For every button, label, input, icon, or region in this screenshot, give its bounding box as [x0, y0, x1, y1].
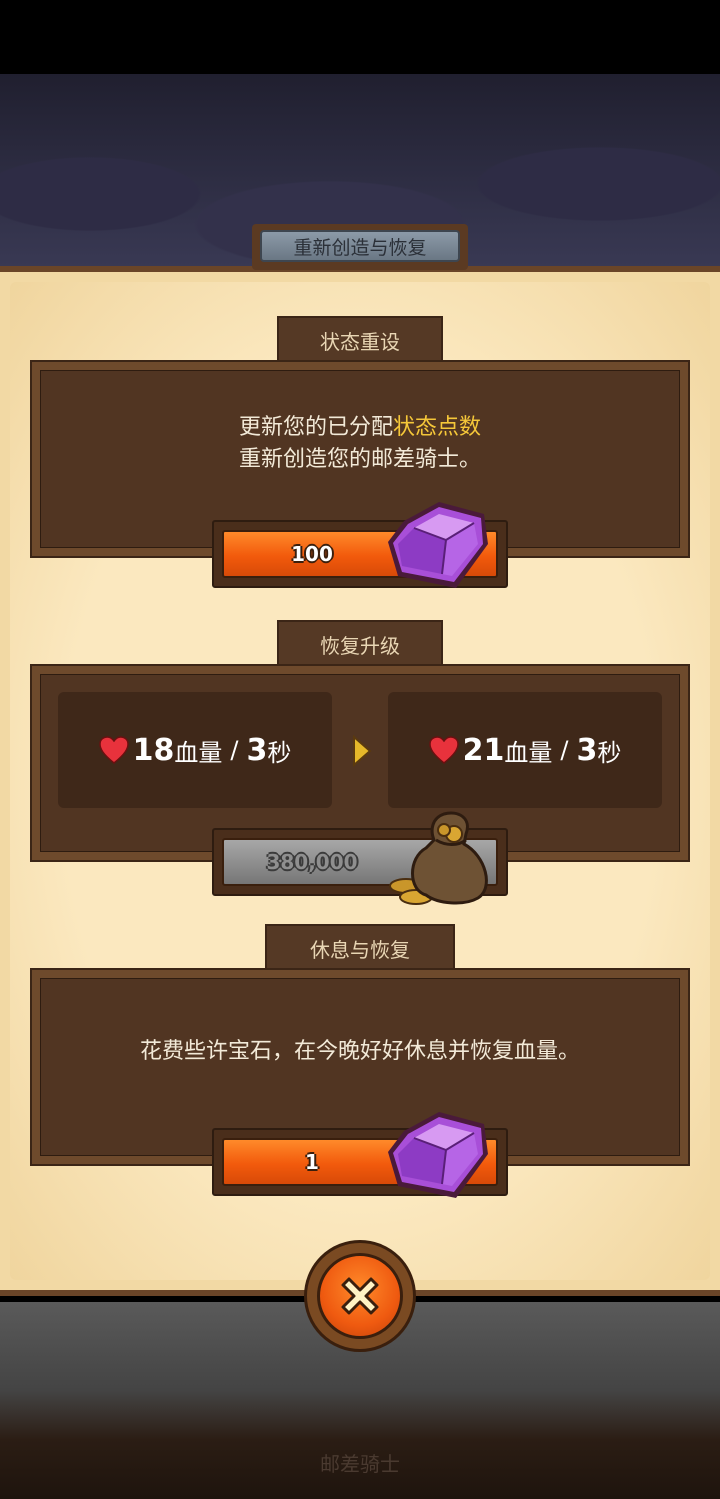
close-button[interactable]	[304, 1240, 416, 1352]
next-recovery-stat: 21 血量 / 3 秒	[388, 692, 662, 808]
window-title-plate: 重新创造与恢复	[252, 224, 468, 270]
tab-rest-recover: 休息与恢复	[265, 924, 455, 970]
status-bar	[0, 0, 720, 74]
stat-points-highlight: 状态点数	[393, 415, 482, 440]
stat-reset-cost: 100	[291, 542, 333, 566]
heart-icon	[428, 736, 459, 764]
purple-gem-icon	[388, 502, 488, 588]
window-title: 重新创造与恢复	[260, 230, 460, 262]
close-icon	[341, 1277, 379, 1315]
gold-coin-bag-icon	[389, 811, 488, 905]
footer-label: 邮差骑士	[320, 1452, 400, 1476]
arrow-right-icon	[353, 735, 372, 767]
stat-reset-description: 更新您的已分配状态点数 重新创造您的邮差骑士。	[238, 415, 482, 472]
tab-recovery-upgrade: 恢复升级	[277, 620, 443, 666]
tab-stat-reset: 状态重设	[277, 316, 443, 362]
heart-icon	[98, 736, 129, 764]
rest-recover-description: 花费些许宝石，在今晚好好休息并恢复血量。	[139, 1039, 580, 1064]
purple-gem-icon	[388, 1112, 488, 1198]
recovery-upgrade-cost: 380,000	[266, 850, 358, 874]
rest-recover-cost: 1	[305, 1150, 319, 1174]
current-recovery-stat: 18 血量 / 3 秒	[58, 692, 332, 808]
